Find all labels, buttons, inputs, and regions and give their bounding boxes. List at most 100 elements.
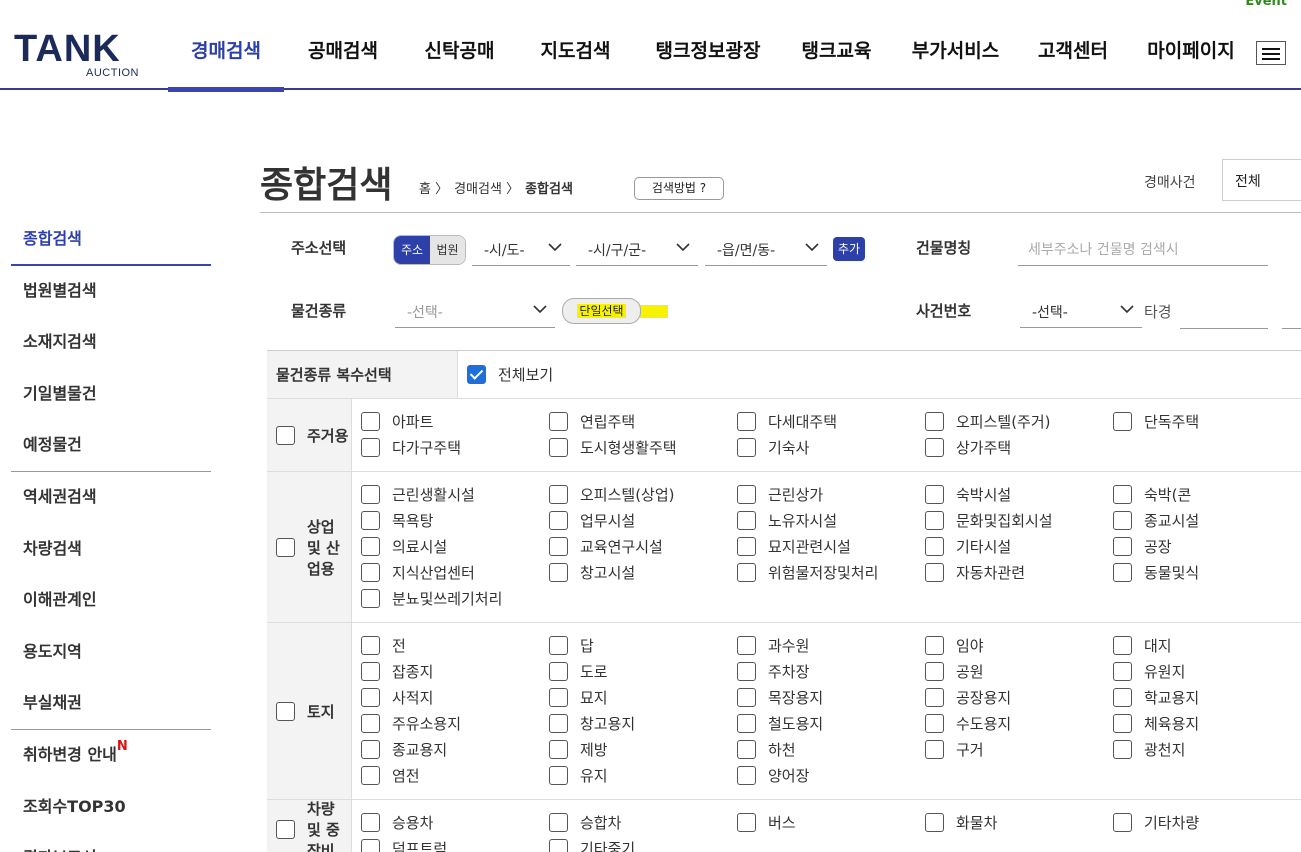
item-type-checkbox[interactable]: 승합차 xyxy=(549,809,737,835)
item-type-checkbox[interactable]: 사적지 xyxy=(361,684,549,710)
search-help-button[interactable]: 검색방법 ? xyxy=(634,177,724,200)
item-type-checkbox[interactable]: 답 xyxy=(549,632,737,658)
nav-public-sale-search[interactable]: 공매검색 xyxy=(284,0,402,90)
nav-auction-search[interactable]: 경매검색 xyxy=(168,0,284,92)
building-name-input[interactable] xyxy=(1018,234,1268,266)
item-type-checkbox[interactable]: 다세대주택 xyxy=(737,408,925,434)
item-type-checkbox[interactable]: 교육연구시설 xyxy=(549,533,737,559)
item-type-checkbox[interactable]: 근린생활시설 xyxy=(361,481,549,507)
item-type-checkbox[interactable]: 화물차 xyxy=(925,809,1113,835)
item-type-checkbox[interactable]: 문화및집회시설 xyxy=(925,507,1113,533)
sidebar-item-vehicle-search[interactable]: 차량검색 xyxy=(11,524,211,576)
nav-education[interactable]: 탱크교육 xyxy=(782,0,891,90)
item-type-checkbox[interactable]: 도시형생활주택 xyxy=(549,434,737,460)
view-all-checkbox[interactable]: 전체보기 xyxy=(467,362,553,388)
item-type-checkbox[interactable]: 숙박(콘 xyxy=(1113,481,1301,507)
item-type-checkbox[interactable]: 기타시설 xyxy=(925,533,1113,559)
item-type-checkbox[interactable]: 연립주택 xyxy=(549,408,737,434)
category-checkbox[interactable]: 주거용 xyxy=(267,399,352,471)
nav-info-plaza[interactable]: 탱크정보광장 xyxy=(634,0,782,90)
sidebar-item-zoning[interactable]: 용도지역 xyxy=(11,627,211,679)
item-type-checkbox[interactable]: 제방 xyxy=(549,736,737,762)
item-type-checkbox[interactable]: 공장용지 xyxy=(925,684,1113,710)
case-number-input[interactable] xyxy=(1180,297,1268,329)
item-type-checkbox[interactable]: 지식산업센터 xyxy=(361,559,549,585)
breadcrumb-home[interactable]: 홈 〉 xyxy=(419,178,448,197)
sidebar-item-interested-party[interactable]: 이해관계인 xyxy=(11,575,211,627)
sidebar-item-result-report[interactable]: 결과보고서 xyxy=(11,833,211,852)
item-type-checkbox[interactable]: 기타차량 xyxy=(1113,809,1301,835)
item-type-checkbox[interactable]: 과수원 xyxy=(737,632,925,658)
toggle-court[interactable]: 법원 xyxy=(430,236,465,264)
breadcrumb-auction[interactable]: 경매검색 〉 xyxy=(454,178,519,197)
item-type-checkbox[interactable]: 학교용지 xyxy=(1113,684,1301,710)
item-type-checkbox[interactable]: 단독주택 xyxy=(1113,408,1301,434)
item-type-checkbox[interactable]: 승용차 xyxy=(361,809,549,835)
sidebar-item-npl[interactable]: 부실채권 xyxy=(11,678,211,730)
item-type-checkbox[interactable]: 분뇨및쓰레기처리 xyxy=(361,585,549,611)
item-type-checkbox[interactable]: 창고용지 xyxy=(549,710,737,736)
item-type-checkbox[interactable]: 목욕탕 xyxy=(361,507,549,533)
item-type-checkbox[interactable]: 위험물저장및처리 xyxy=(737,559,925,585)
item-type-checkbox[interactable]: 묘지관련시설 xyxy=(737,533,925,559)
item-type-checkbox[interactable]: 수도용지 xyxy=(925,710,1113,736)
item-type-checkbox[interactable]: 염전 xyxy=(361,762,549,788)
item-type-checkbox[interactable]: 오피스텔(주거) xyxy=(925,408,1113,434)
item-type-checkbox[interactable]: 체육용지 xyxy=(1113,710,1301,736)
item-type-checkbox[interactable]: 노유자시설 xyxy=(737,507,925,533)
nav-extra-services[interactable]: 부가서비스 xyxy=(891,0,1020,90)
eupmyeon-select[interactable]: -읍/면/동- xyxy=(705,234,827,266)
nav-map-search[interactable]: 지도검색 xyxy=(517,0,634,90)
item-type-checkbox[interactable]: 하천 xyxy=(737,736,925,762)
sidebar-item-top30[interactable]: 조회수TOP30 xyxy=(11,782,211,834)
item-type-checkbox[interactable]: 아파트 xyxy=(361,408,549,434)
item-type-checkbox[interactable]: 자동차관련 xyxy=(925,559,1113,585)
item-type-checkbox[interactable]: 공원 xyxy=(925,658,1113,684)
nav-trust-sale[interactable]: 신탁공매 xyxy=(402,0,517,90)
hamburger-menu-icon[interactable] xyxy=(1256,41,1286,65)
sigungu-select[interactable]: -시/구/군- xyxy=(576,234,698,266)
item-type-checkbox[interactable]: 오피스텔(상업) xyxy=(549,481,737,507)
nav-customer-center[interactable]: 고객센터 xyxy=(1020,0,1126,90)
item-type-checkbox[interactable]: 잡종지 xyxy=(361,658,549,684)
item-type-checkbox[interactable]: 업무시설 xyxy=(549,507,737,533)
category-checkbox[interactable]: 차량 및 중장비 xyxy=(267,800,352,852)
item-type-checkbox[interactable]: 양어장 xyxy=(737,762,925,788)
category-checkbox[interactable]: 토지 xyxy=(267,623,352,799)
item-type-checkbox[interactable]: 목장용지 xyxy=(737,684,925,710)
item-type-checkbox[interactable]: 버스 xyxy=(737,809,925,835)
item-type-checkbox[interactable]: 창고시설 xyxy=(549,559,737,585)
item-type-checkbox[interactable]: 동물및식 xyxy=(1113,559,1301,585)
case-year-select[interactable]: -선택- xyxy=(1020,296,1142,328)
item-type-checkbox[interactable]: 공장 xyxy=(1113,533,1301,559)
item-type-checkbox[interactable]: 철도용지 xyxy=(737,710,925,736)
item-type-checkbox[interactable]: 전 xyxy=(361,632,549,658)
item-type-checkbox[interactable]: 의료시설 xyxy=(361,533,549,559)
sidebar-item-scheduled-items[interactable]: 예정물건 xyxy=(11,420,211,472)
sidebar-item-date-items[interactable]: 기일별물건 xyxy=(11,369,211,421)
item-type-checkbox[interactable]: 상가주택 xyxy=(925,434,1113,460)
item-type-checkbox[interactable]: 구거 xyxy=(925,736,1113,762)
sidebar-item-station-search[interactable]: 역세권검색 xyxy=(11,472,211,524)
item-type-checkbox[interactable]: 유원지 xyxy=(1113,658,1301,684)
tank-auction-logo[interactable]: TANK AUCTION xyxy=(14,30,154,80)
sido-select[interactable]: -시/도- xyxy=(472,234,570,266)
item-type-checkbox[interactable]: 덤프트럭 xyxy=(361,835,549,852)
item-type-select[interactable]: -선택- xyxy=(395,296,555,328)
item-type-checkbox[interactable]: 대지 xyxy=(1113,632,1301,658)
case-type-select[interactable]: 전체 xyxy=(1222,159,1301,201)
add-address-button[interactable]: 추가 xyxy=(833,237,865,261)
item-type-checkbox[interactable]: 도로 xyxy=(549,658,737,684)
item-type-checkbox[interactable]: 근린상가 xyxy=(737,481,925,507)
item-type-checkbox[interactable]: 주차장 xyxy=(737,658,925,684)
item-type-checkbox[interactable]: 주유소용지 xyxy=(361,710,549,736)
item-type-checkbox[interactable]: 유지 xyxy=(549,762,737,788)
toggle-address[interactable]: 주소 xyxy=(394,236,430,264)
item-type-checkbox[interactable]: 종교시설 xyxy=(1113,507,1301,533)
item-type-checkbox[interactable]: 다가구주택 xyxy=(361,434,549,460)
case-number-input-2[interactable] xyxy=(1282,297,1301,329)
item-type-checkbox[interactable]: 임야 xyxy=(925,632,1113,658)
single-select-button[interactable]: 단일선택 xyxy=(562,298,641,324)
item-type-checkbox[interactable]: 숙박시설 xyxy=(925,481,1113,507)
sidebar-item-court-search[interactable]: 법원별검색 xyxy=(11,266,211,318)
